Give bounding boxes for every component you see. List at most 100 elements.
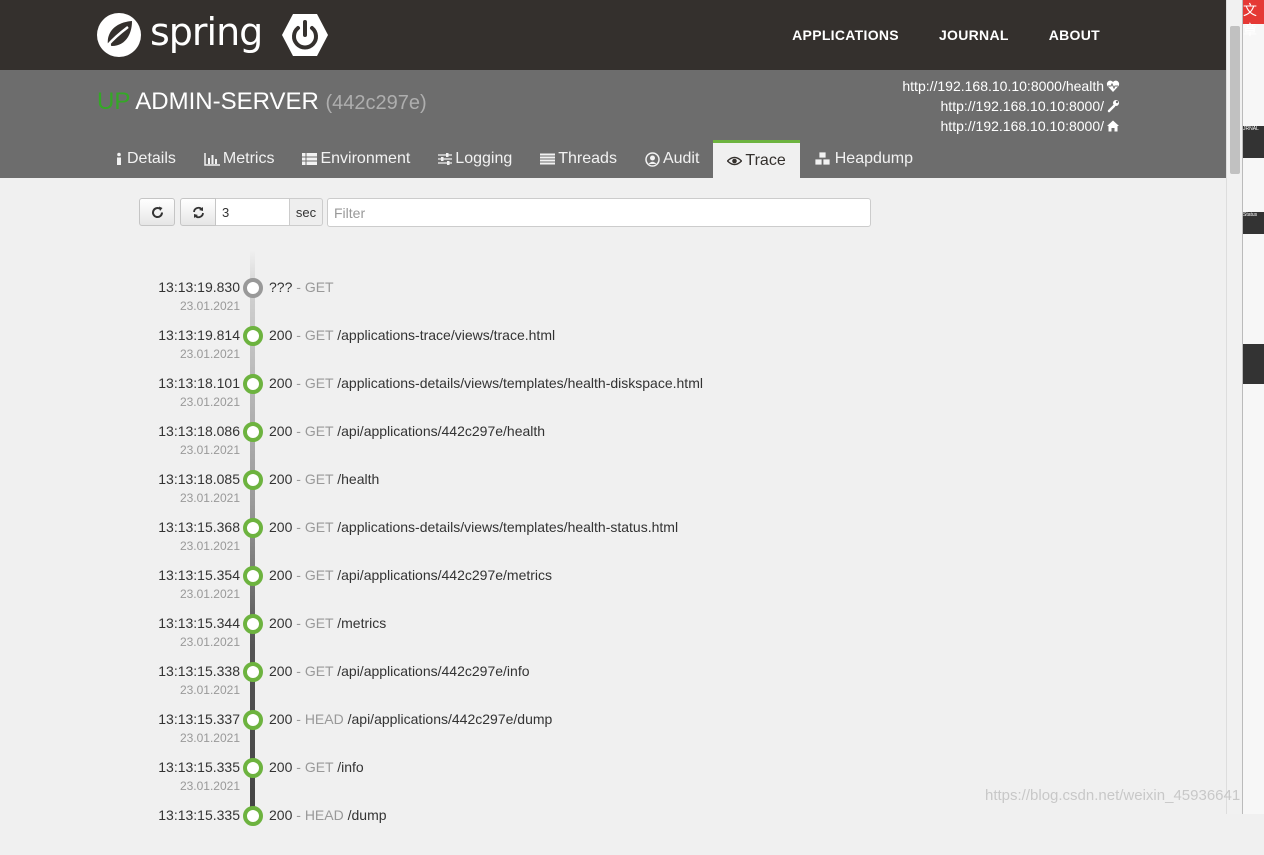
tab-heapdump[interactable]: Heapdump (800, 140, 927, 178)
bar-chart-icon (204, 152, 220, 166)
top-navbar: spring APPLICATIONS JOURNAL ABOUT (0, 0, 1226, 70)
health-url[interactable]: http://192.168.10.10:8000/health (902, 76, 1104, 96)
trace-entry[interactable]: 13:13:18.086 23.01.2021 200 - GET /api/app… (0, 422, 1000, 471)
cubes-icon (814, 152, 832, 166)
trace-time: 13:13:19.814 (158, 327, 240, 343)
trace-time: 13:13:15.368 (158, 519, 240, 535)
trace-summary[interactable]: 200 - GET /api/applications/442c297e/hea… (269, 423, 545, 439)
trace-method: GET (304, 663, 334, 679)
auto-refresh-button[interactable] (180, 198, 216, 226)
trace-date: 23.01.2021 (179, 539, 240, 553)
trace-summary[interactable]: 200 - GET /info (269, 759, 364, 775)
timeline-dot (243, 326, 263, 346)
trace-summary[interactable]: ??? - GET (269, 279, 334, 295)
trace-path: /metrics (337, 615, 387, 631)
trace-entry[interactable]: 13:13:15.338 23.01.2021 200 - GET /api/app… (0, 662, 1000, 711)
timeline-dot (243, 662, 263, 682)
app-id: (442c297e) (325, 92, 427, 114)
trace-entry[interactable]: 13:13:15.335 23.01.2021 200 - GET /info (0, 758, 1000, 807)
trace-separator: - (292, 471, 305, 487)
info-icon (114, 152, 124, 166)
tab-label: Logging (455, 150, 513, 167)
trace-summary[interactable]: 200 - HEAD /api/applications/442c297e/du… (269, 711, 552, 727)
trace-summary[interactable]: 200 - GET /applications-details/views/te… (269, 519, 678, 535)
management-url-row[interactable]: http://192.168.10.10:8000/ (902, 96, 1120, 116)
trace-path: /info (337, 759, 364, 775)
nav-applications[interactable]: APPLICATIONS (792, 27, 899, 43)
trace-method: GET (304, 519, 334, 535)
tab-label: Metrics (222, 150, 275, 167)
timeline-dot (243, 758, 263, 778)
tab-label: Threads (558, 150, 617, 167)
trace-entry[interactable]: 13:13:15.335 200 - HEAD /dump (0, 806, 1000, 855)
trace-time: 13:13:15.335 (158, 807, 240, 823)
tab-metrics[interactable]: Metrics (190, 140, 289, 178)
trace-time: 13:13:19.830 (158, 279, 240, 295)
tab-audit[interactable]: Audit (631, 140, 713, 178)
trace-entry[interactable]: 13:13:15.337 23.01.2021 200 - HEAD /api/ap… (0, 710, 1000, 759)
trace-date: 23.01.2021 (179, 395, 240, 409)
scrollbar-thumb[interactable] (1230, 26, 1240, 174)
trace-summary[interactable]: 200 - GET /api/applications/442c297e/met… (269, 567, 552, 583)
refresh-interval-input[interactable] (216, 198, 290, 226)
timeline-dot (243, 470, 263, 490)
trace-entry[interactable]: 13:13:15.344 23.01.2021 200 - GET /metrics (0, 614, 1000, 663)
trace-time: 13:13:15.354 (158, 567, 240, 583)
trace-separator: - (292, 375, 305, 391)
user-circle-icon (645, 151, 660, 167)
status-badge: UP (97, 88, 130, 115)
tab-environment[interactable]: Environment (288, 140, 424, 178)
nav-about[interactable]: ABOUT (1049, 27, 1100, 43)
trace-summary[interactable]: 200 - GET /applications-trace/views/trac… (269, 327, 555, 343)
trace-entry[interactable]: 13:13:19.830 23.01.2021??? - GET (0, 278, 1000, 327)
tab-logging[interactable]: Logging (424, 140, 526, 178)
timeline-dot (243, 422, 263, 442)
eye-icon (727, 156, 743, 166)
tab-threads[interactable]: Threads (526, 140, 631, 178)
trace-method: GET (304, 471, 334, 487)
trace-status: 200 (269, 519, 293, 535)
trace-entry[interactable]: 13:13:15.354 23.01.2021 200 - GET /api/app… (0, 566, 1000, 615)
tab-trace[interactable]: Trace (713, 140, 800, 178)
tab-label: Details (127, 150, 176, 167)
nav-journal[interactable]: JOURNAL (939, 27, 1009, 43)
trace-time: 13:13:15.344 (158, 615, 240, 631)
service-url[interactable]: http://192.168.10.10:8000/ (941, 116, 1104, 136)
trace-date: 23.01.2021 (179, 731, 240, 745)
trace-separator: - (292, 423, 305, 439)
trace-method: HEAD (304, 807, 344, 823)
tab-label: Environment (320, 150, 411, 167)
spring-logo[interactable]: spring (96, 10, 263, 58)
trace-path: /applications-trace/views/trace.html (337, 327, 556, 343)
refresh-button[interactable] (139, 198, 175, 226)
trace-status: 200 (269, 807, 293, 823)
heartbeat-icon (1106, 80, 1120, 92)
trace-separator: - (292, 807, 305, 823)
trace-summary[interactable]: 200 - GET /metrics (269, 615, 386, 631)
trace-entry[interactable]: 13:13:18.101 23.01.2021 200 - GET /applica… (0, 374, 1000, 423)
scrollbar[interactable] (1226, 0, 1242, 814)
trace-method: HEAD (304, 711, 344, 727)
trace-path: /dump (347, 807, 387, 823)
list-icon (302, 153, 318, 165)
service-url-row[interactable]: http://192.168.10.10:8000/ (902, 116, 1120, 136)
tab-details[interactable]: Details (100, 140, 190, 178)
trace-status: 200 (269, 423, 293, 439)
trace-entry[interactable]: 13:13:18.085 23.01.2021 200 - GET /health (0, 470, 1000, 519)
trace-time: 13:13:18.101 (158, 375, 240, 391)
trace-status: 200 (269, 375, 293, 391)
trace-entry[interactable]: 13:13:19.814 23.01.2021 200 - GET /applica… (0, 326, 1000, 375)
watermark: https://blog.csdn.net/weixin_45936641 (985, 787, 1241, 804)
trace-summary[interactable]: 200 - HEAD /dump (269, 807, 387, 823)
management-url[interactable]: http://192.168.10.10:8000/ (941, 96, 1104, 116)
filter-input[interactable] (327, 198, 871, 227)
sliders-icon (438, 153, 453, 165)
trace-summary[interactable]: 200 - GET /applications-details/views/te… (269, 375, 703, 391)
trace-separator: - (292, 519, 305, 535)
trace-summary[interactable]: 200 - GET /api/applications/442c297e/inf… (269, 663, 530, 679)
health-url-row[interactable]: http://192.168.10.10:8000/health (902, 76, 1120, 96)
trace-toolbar: sec (139, 198, 871, 227)
trace-summary[interactable]: 200 - GET /health (269, 471, 379, 487)
trace-entry[interactable]: 13:13:15.368 23.01.2021 200 - GET /applica… (0, 518, 1000, 567)
timeline-dot (243, 806, 263, 826)
